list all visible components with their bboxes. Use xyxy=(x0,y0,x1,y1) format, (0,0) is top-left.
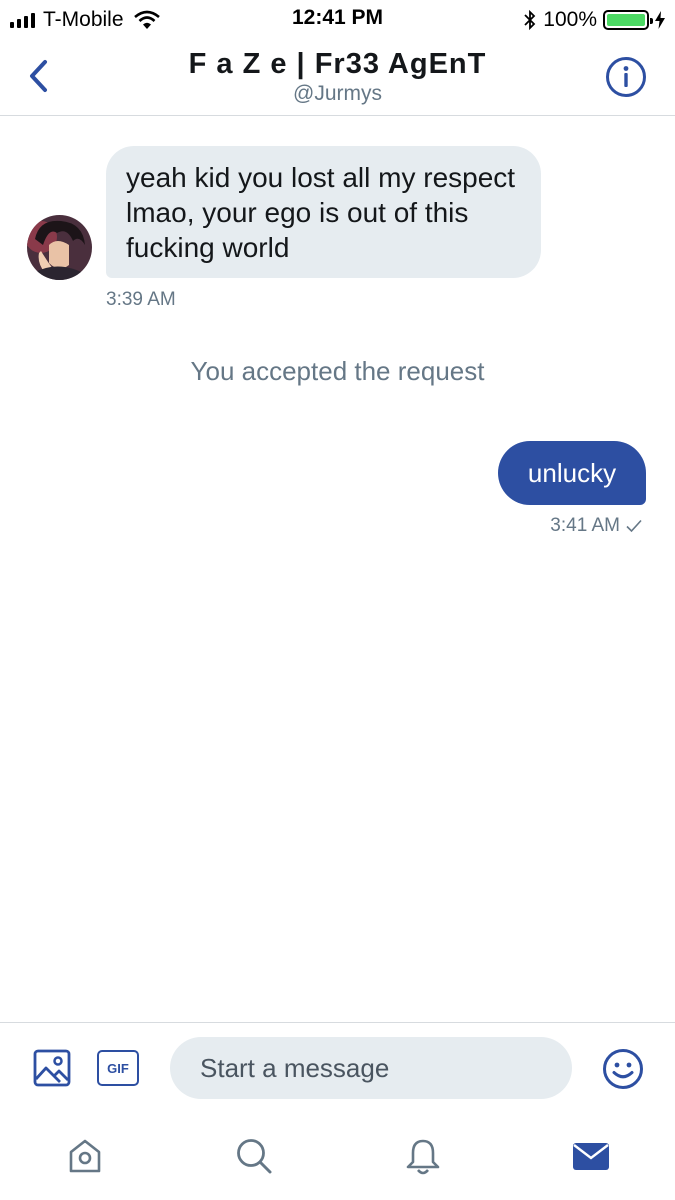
tab-search[interactable] xyxy=(232,1134,276,1178)
battery-icon xyxy=(603,10,653,30)
info-icon[interactable] xyxy=(605,56,647,98)
back-button[interactable] xyxy=(18,54,58,98)
battery-percent: 100% xyxy=(543,8,597,31)
image-icon[interactable] xyxy=(33,1049,71,1087)
conversation-title[interactable]: F a Z e | Fr33 AgEnT @Jurmys xyxy=(120,48,555,106)
bluetooth-icon xyxy=(524,9,536,31)
message-input[interactable] xyxy=(170,1037,572,1099)
contact-handle: @Jurmys xyxy=(293,82,382,105)
avatar[interactable] xyxy=(27,215,92,280)
outgoing-message-time: 3:41 AM xyxy=(550,515,620,536)
tab-messages[interactable] xyxy=(569,1134,613,1178)
tab-notifications[interactable] xyxy=(401,1134,445,1178)
compose-bar: GIF xyxy=(0,1022,675,1112)
battery-fill xyxy=(607,14,645,26)
request-accepted-notice: You accepted the request xyxy=(190,356,485,386)
contact-name: F a Z e | Fr33 AgEnT xyxy=(188,48,487,80)
outgoing-message-bubble[interactable]: unlucky xyxy=(498,441,646,505)
avatar-image xyxy=(27,215,92,280)
outgoing-message-status: 3:41 AM xyxy=(550,515,642,537)
incoming-message-text: yeah kid you lost all my respect lmao, y… xyxy=(126,162,516,263)
incoming-message-bubble[interactable]: yeah kid you lost all my respect lmao, y… xyxy=(106,146,541,278)
gif-label: GIF xyxy=(107,1060,129,1076)
tab-home[interactable] xyxy=(63,1134,107,1178)
home-icon xyxy=(69,1139,101,1173)
messages-icon xyxy=(573,1143,609,1170)
conversation-header: F a Z e | Fr33 AgEnT @Jurmys xyxy=(0,40,675,116)
emoji-icon[interactable] xyxy=(602,1048,644,1090)
search-icon xyxy=(237,1139,272,1174)
gif-icon[interactable]: GIF xyxy=(97,1050,139,1086)
charging-icon xyxy=(655,11,665,29)
sent-check-icon xyxy=(626,519,642,533)
incoming-message-time: 3:39 AM xyxy=(106,289,176,310)
tab-bar xyxy=(0,1112,675,1200)
back-chevron-icon xyxy=(30,60,47,92)
status-bar: T-Mobile 12:41 PM 100% xyxy=(0,0,675,40)
outgoing-message-text: unlucky xyxy=(527,457,617,488)
notifications-icon xyxy=(406,1139,440,1175)
